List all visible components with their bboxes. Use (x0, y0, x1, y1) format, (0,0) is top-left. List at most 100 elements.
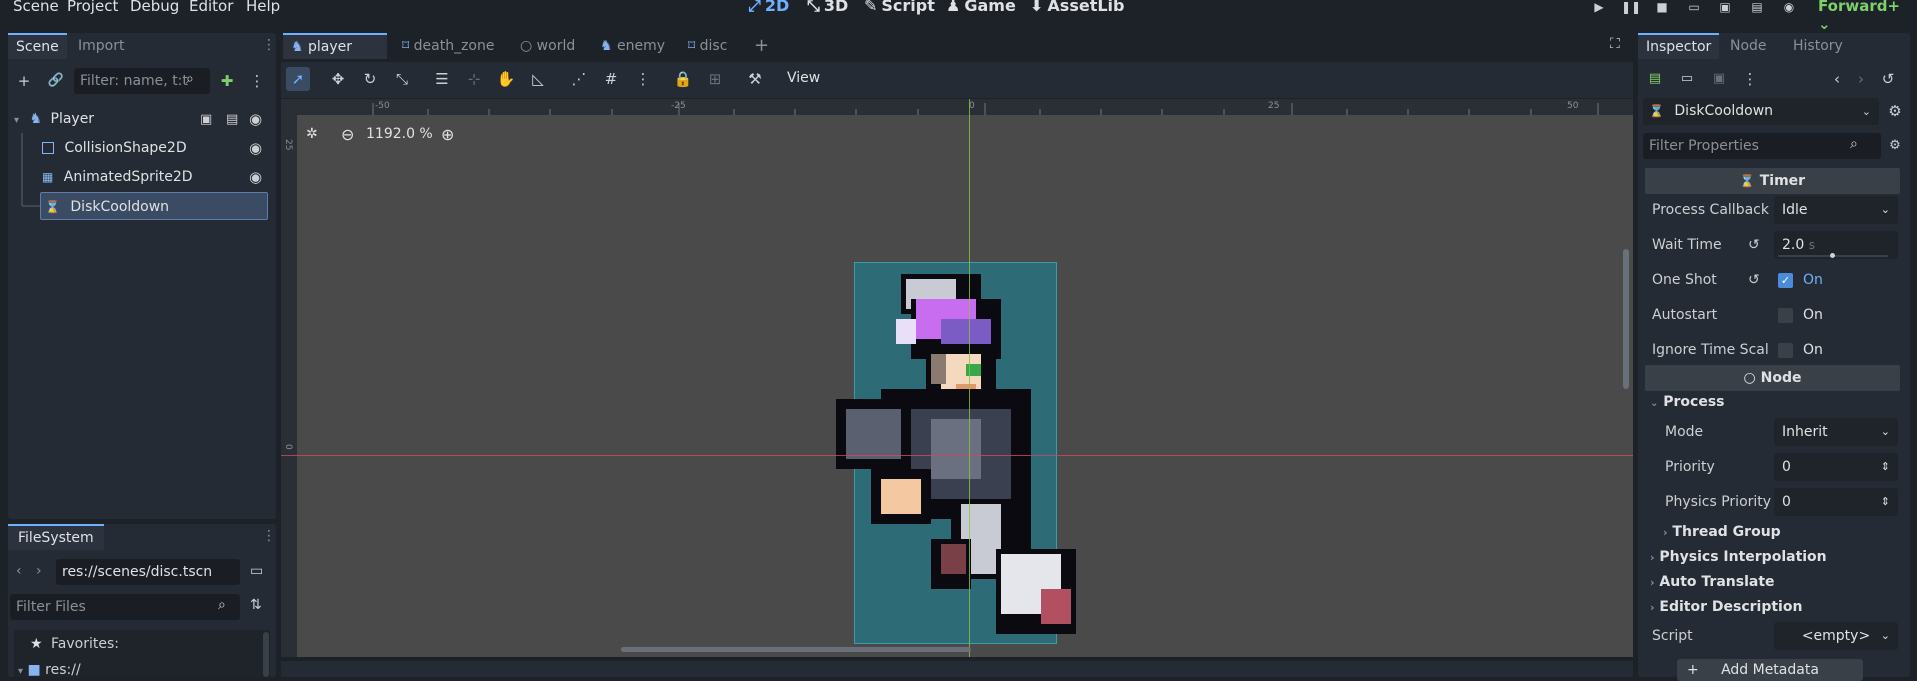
zoom-in-icon[interactable]: ⊕ (441, 125, 454, 144)
grid-snap-icon[interactable]: # (599, 67, 623, 91)
more-options-icon[interactable]: ⋮ (1738, 67, 1762, 91)
renderer-select[interactable]: Forward+ ⌄ (1818, 0, 1917, 33)
autostart-checkbox[interactable]: On (1774, 301, 1898, 329)
tab-enemy[interactable]: ♞ enemy (592, 33, 673, 59)
player-sprite[interactable] (801, 269, 1101, 649)
lock-icon[interactable]: 🔒 (671, 67, 695, 91)
sort-icon[interactable]: ⇅ (250, 597, 262, 613)
slider-grabber[interactable] (1830, 253, 1835, 258)
script-attached-icon[interactable]: ▤ (226, 112, 238, 127)
scene-options-icon[interactable]: ⋮ (245, 69, 269, 93)
group-icon[interactable]: ⊞ (703, 67, 727, 91)
wait-time-input[interactable]: 2.0 s (1774, 231, 1898, 259)
file-filter-input[interactable]: Filter Files (10, 594, 240, 620)
split-view-icon[interactable]: ▭ (250, 563, 263, 579)
add-tab-icon[interactable]: + (754, 35, 769, 56)
workspace-assetlib[interactable]: ⬇ AssetLib (1030, 0, 1124, 15)
menu-project[interactable]: Project (67, 0, 118, 15)
tree-node-animatedsprite2d[interactable]: ▦ AnimatedSprite2D (42, 163, 270, 191)
new-resource-icon[interactable]: ▤ (1643, 67, 1667, 91)
menu-scene[interactable]: Scene (13, 0, 59, 15)
tab-world[interactable]: ○ world (512, 33, 583, 59)
zoom-out-icon[interactable]: ⊖ (341, 125, 354, 144)
node-doc-icon[interactable]: ⚙ (1883, 99, 1907, 123)
viewport[interactable]: -50 -25 0 25 50 25 0 ✲ ⊖ 1192.0 % ⊕ (281, 99, 1633, 657)
spinner-icon[interactable]: ⇕ (1881, 488, 1890, 516)
process-callback-select[interactable]: Idle ⌄ (1774, 196, 1898, 224)
back-icon[interactable]: ‹ (16, 563, 22, 579)
add-node-icon[interactable]: + (12, 69, 36, 93)
filter-properties-input[interactable]: Filter Properties (1643, 133, 1881, 159)
favorites-row[interactable]: ★ Favorites: (30, 636, 119, 652)
play-custom-icon[interactable]: ▤ (1748, 0, 1766, 16)
physics-priority-spinbox[interactable]: 0 ⇕ (1774, 488, 1898, 516)
visibility-icon[interactable]: ◉ (249, 168, 262, 186)
node-selector[interactable]: ⌛ DiskCooldown ⌄ (1643, 98, 1879, 125)
distraction-free-icon[interactable]: ⛶ (1610, 36, 1620, 52)
attach-script-icon[interactable]: ✚ (215, 69, 239, 93)
tab-import[interactable]: Import (70, 33, 132, 59)
tab-history[interactable]: History (1785, 33, 1851, 59)
play-scene-icon[interactable]: ▣ (1716, 0, 1734, 16)
forward-icon[interactable]: › (36, 563, 42, 579)
revert-icon[interactable]: ↺ (1748, 272, 1760, 288)
smart-snap-icon[interactable]: ⋰ (567, 67, 591, 91)
visibility-icon[interactable]: ◉ (249, 110, 262, 128)
workspace-game[interactable]: ♟ Game (946, 0, 1016, 15)
tab-disc[interactable]: ⌑ disc (680, 33, 735, 59)
center-view-icon[interactable]: ✲ (306, 126, 318, 142)
bone-icon[interactable]: ⚒ (743, 67, 767, 91)
snap-options-icon[interactable]: ⋮ (631, 67, 655, 91)
tab-filesystem[interactable]: FileSystem (8, 524, 104, 550)
menu-debug[interactable]: Debug (130, 0, 179, 15)
open-folder-icon[interactable]: ▭ (1675, 67, 1699, 91)
property-options-icon[interactable]: ⚙ (1883, 134, 1907, 158)
recent-history-icon[interactable]: ↺ (1876, 67, 1900, 91)
play-icon[interactable]: ▶ (1590, 0, 1608, 16)
tab-scene[interactable]: Scene (8, 33, 67, 59)
collapse-arrow-icon[interactable]: ▾ (14, 115, 19, 126)
process-mode-select[interactable]: Inherit ⌄ (1774, 418, 1898, 446)
spinner-icon[interactable]: ⇕ (1881, 453, 1890, 481)
pivot-tool-icon[interactable]: ⊹ (462, 67, 486, 91)
priority-spinbox[interactable]: 0 ⇕ (1774, 453, 1898, 481)
dock-menu-icon[interactable]: ⋮ (262, 37, 276, 53)
add-metadata-button[interactable]: + Add Metadata (1677, 659, 1863, 681)
move-tool-icon[interactable]: ✥ (326, 67, 350, 91)
tab-node[interactable]: Node (1722, 33, 1775, 59)
one-shot-checkbox[interactable]: ✓ On (1774, 266, 1898, 294)
tree-node-diskcooldown[interactable]: ⌛ DiskCooldown (40, 192, 268, 220)
workspace-3d[interactable]: ⤡ 3D (807, 0, 848, 16)
zoom-level[interactable]: 1192.0 % (366, 126, 433, 142)
movie-icon[interactable]: ◉ (1780, 0, 1798, 16)
revert-icon[interactable]: ↺ (1748, 237, 1760, 253)
history-forward-icon[interactable]: › (1849, 67, 1873, 91)
pause-icon[interactable]: ❚❚ (1621, 0, 1641, 16)
section-editor-description[interactable]: › Editor Description (1650, 599, 1802, 615)
section-process[interactable]: ⌄ Process (1650, 394, 1725, 410)
rotate-tool-icon[interactable]: ↻ (358, 67, 382, 91)
path-input[interactable]: res://scenes/disc.tscn (56, 559, 240, 585)
group-icon[interactable]: ▣ (200, 112, 212, 127)
horizontal-scrollbar[interactable] (621, 647, 971, 652)
vertical-scrollbar[interactable] (1623, 249, 1629, 389)
workspace-script[interactable]: ✎ Script (864, 0, 935, 15)
tab-inspector[interactable]: Inspector (1638, 33, 1720, 59)
script-picker[interactable]: <empty> ⌄ (1774, 622, 1898, 650)
select-tool-icon[interactable]: ➚ (286, 67, 310, 91)
scale-tool-icon[interactable]: ⤡ (390, 67, 414, 91)
view-menu[interactable]: View (787, 70, 820, 86)
history-back-icon[interactable]: ‹ (1825, 67, 1849, 91)
save-icon[interactable]: ▣ (1707, 67, 1731, 91)
dock-menu-icon[interactable]: ⋮ (262, 528, 276, 544)
list-select-icon[interactable]: ☰ (430, 67, 454, 91)
remote-debug-icon[interactable]: ▭ (1685, 0, 1703, 16)
section-physics-interpolation[interactable]: › Physics Interpolation (1650, 549, 1827, 565)
pan-tool-icon[interactable]: ✋ (494, 67, 518, 91)
stop-icon[interactable]: ■ (1653, 0, 1671, 16)
res-root-row[interactable]: ▾ ■ res:// (18, 662, 81, 678)
link-icon[interactable]: 🔗 (44, 69, 68, 93)
tree-node-collisionshape2d[interactable]: CollisionShape2D (42, 134, 270, 162)
section-auto-translate[interactable]: › Auto Translate (1650, 574, 1775, 590)
scrollbar[interactable] (263, 632, 269, 677)
